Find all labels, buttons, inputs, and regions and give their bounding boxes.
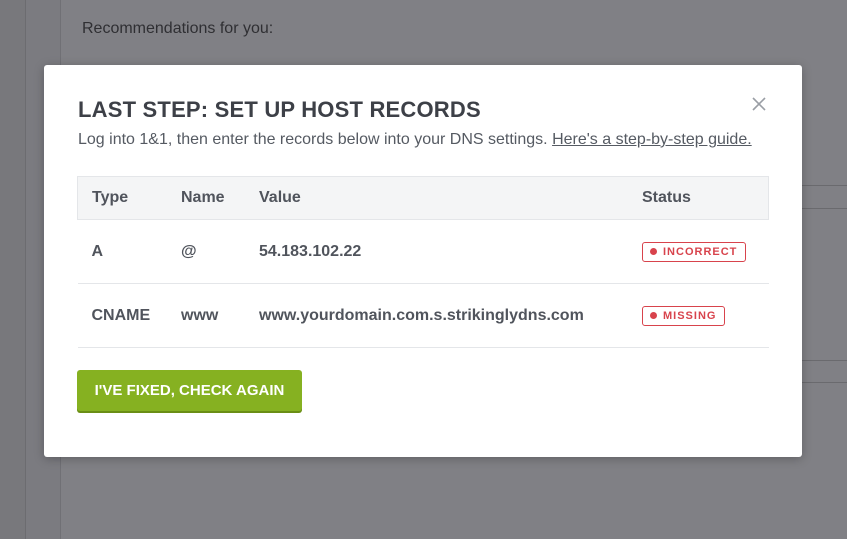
close-icon — [752, 97, 766, 111]
status-dot-icon — [650, 312, 657, 319]
header-name: Name — [167, 176, 245, 220]
record-status: INCORRECT — [628, 219, 769, 284]
host-records-table: Type Name Value Status A @ 54.183.102.22… — [77, 176, 769, 348]
background-divider — [800, 360, 847, 361]
header-type: Type — [77, 176, 167, 220]
table-row: CNAME www www.yourdomain.com.s.strikingl… — [77, 283, 769, 348]
record-value: 54.183.102.22 — [245, 219, 628, 284]
status-badge: INCORRECT — [642, 241, 747, 262]
table-header-row: Type Name Value Status — [77, 176, 769, 220]
status-dot-icon — [650, 248, 657, 255]
status-badge-label: INCORRECT — [663, 245, 738, 258]
background-divider — [800, 185, 847, 186]
record-name: @ — [167, 219, 245, 284]
background-divider — [800, 382, 847, 383]
header-status: Status — [628, 176, 769, 220]
record-type: CNAME — [77, 283, 167, 348]
check-again-button[interactable]: I'VE FIXED, CHECK AGAIN — [77, 370, 302, 411]
left-rail — [0, 0, 26, 539]
subtitle-text: Log into 1&1, then enter the records bel… — [78, 131, 548, 148]
step-by-step-guide-link[interactable]: Here's a step-by-step guide. — [552, 131, 752, 148]
status-badge-label: MISSING — [663, 309, 717, 322]
record-status: MISSING — [628, 283, 769, 348]
modal-subtitle: Log into 1&1, then enter the records bel… — [78, 131, 752, 149]
recommendations-label: Recommendations for you: — [82, 20, 274, 37]
background-divider — [800, 208, 847, 209]
record-name: www — [167, 283, 245, 348]
close-button[interactable] — [750, 95, 768, 113]
table-row: A @ 54.183.102.22 INCORRECT — [77, 219, 769, 284]
record-type: A — [77, 219, 167, 284]
modal-title: LAST STEP: SET UP HOST RECORDS — [78, 97, 481, 122]
status-badge: MISSING — [642, 305, 726, 326]
record-value: www.yourdomain.com.s.strikinglydns.com — [245, 283, 628, 348]
header-value: Value — [245, 176, 628, 220]
host-records-modal: LAST STEP: SET UP HOST RECORDS Log into … — [44, 65, 802, 457]
